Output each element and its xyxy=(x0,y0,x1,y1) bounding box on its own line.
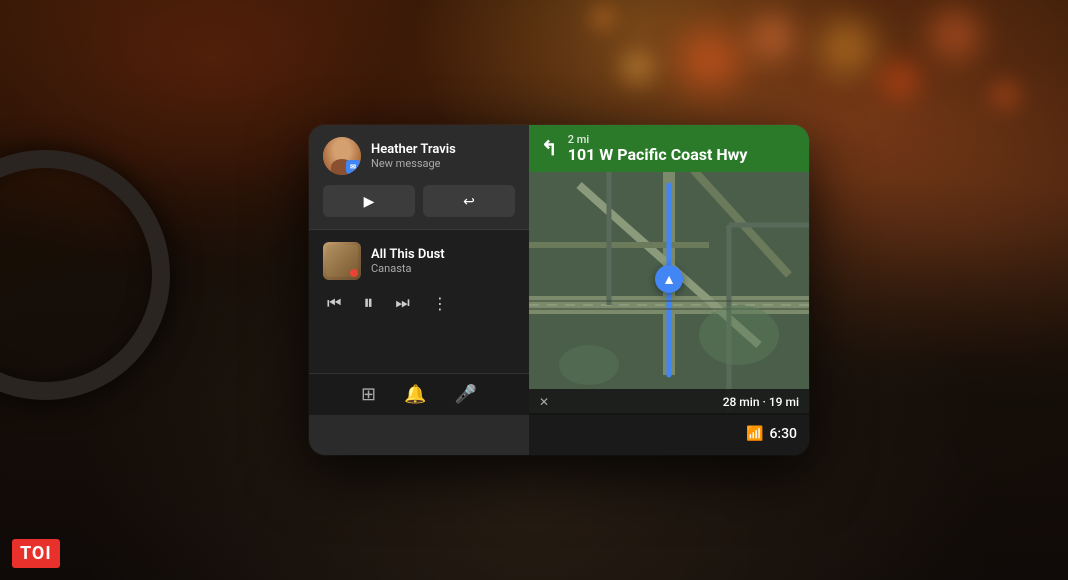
bokeh-7 xyxy=(990,80,1020,110)
reply-button[interactable]: ↩ xyxy=(423,185,515,217)
time-display: 6:30 xyxy=(769,426,797,442)
album-art xyxy=(323,242,361,280)
turn-arrow-icon: ↰ xyxy=(541,136,558,160)
message-sender: Heather Travis xyxy=(371,142,515,158)
bokeh-6 xyxy=(620,50,655,85)
bokeh-2 xyxy=(750,15,795,60)
more-options-button[interactable]: ⋮ xyxy=(430,292,450,316)
bottom-nav-bar: ⊞ 🔔 🎤 xyxy=(309,373,529,415)
play-button[interactable]: ▶ xyxy=(323,185,415,217)
message-header: ✉ Heather Travis New message xyxy=(323,137,515,175)
song-title: All This Dust xyxy=(371,247,445,263)
signal-icon: 📶 xyxy=(746,426,763,442)
microphone-icon[interactable]: 🎤 xyxy=(455,384,477,405)
eta-close-icon[interactable]: ✕ xyxy=(539,395,549,409)
android-auto-screen: ✉ Heather Travis New message ▶ ↩ A xyxy=(309,125,809,455)
prev-track-button[interactable]: ⏮ xyxy=(325,293,343,315)
music-card: All This Dust Canasta ⏮ ⏸ ⏭ ⋮ xyxy=(309,230,529,329)
bokeh-3 xyxy=(820,20,875,75)
music-app-dot xyxy=(350,269,358,277)
message-card: ✉ Heather Travis New message ▶ ↩ xyxy=(309,125,529,230)
notifications-bell-icon[interactable]: 🔔 xyxy=(404,384,426,405)
left-panel: ✉ Heather Travis New message ▶ ↩ A xyxy=(309,125,529,415)
message-subtitle: New message xyxy=(371,157,515,170)
eta-text: 28 min · 19 mi xyxy=(723,395,799,409)
next-track-button[interactable]: ⏭ xyxy=(393,293,411,315)
toi-badge: TOI xyxy=(12,539,60,568)
message-actions: ▶ ↩ xyxy=(323,185,515,217)
nav-header: ↰ 2 mi 101 W Pacific Coast Hwy xyxy=(529,125,809,172)
bokeh-8 xyxy=(590,5,615,30)
apps-grid-icon[interactable]: ⊞ xyxy=(361,384,376,405)
message-badge: ✉ xyxy=(346,160,360,174)
location-arrow-icon: ▲ xyxy=(655,265,683,293)
artist-name: Canasta xyxy=(371,262,445,275)
bokeh-4 xyxy=(880,60,920,100)
bokeh-5 xyxy=(930,10,980,60)
bokeh-1 xyxy=(680,30,740,90)
music-text-area: All This Dust Canasta xyxy=(371,247,445,276)
nav-info: 2 mi 101 W Pacific Coast Hwy xyxy=(568,133,797,164)
eta-bar: ✕ 28 min · 19 mi xyxy=(529,389,809,415)
pause-button[interactable]: ⏸ xyxy=(361,290,375,317)
message-text-area: Heather Travis New message xyxy=(371,142,515,171)
music-controls: ⏮ ⏸ ⏭ ⋮ xyxy=(323,290,515,317)
music-header: All This Dust Canasta xyxy=(323,242,515,280)
avatar: ✉ xyxy=(323,137,361,175)
nav-street: 101 W Pacific Coast Hwy xyxy=(568,146,797,164)
map-panel: ↰ 2 mi 101 W Pacific Coast Hwy ▲ ✕ 28 mi… xyxy=(529,125,809,415)
status-bar: 📶 6:30 xyxy=(529,413,809,455)
